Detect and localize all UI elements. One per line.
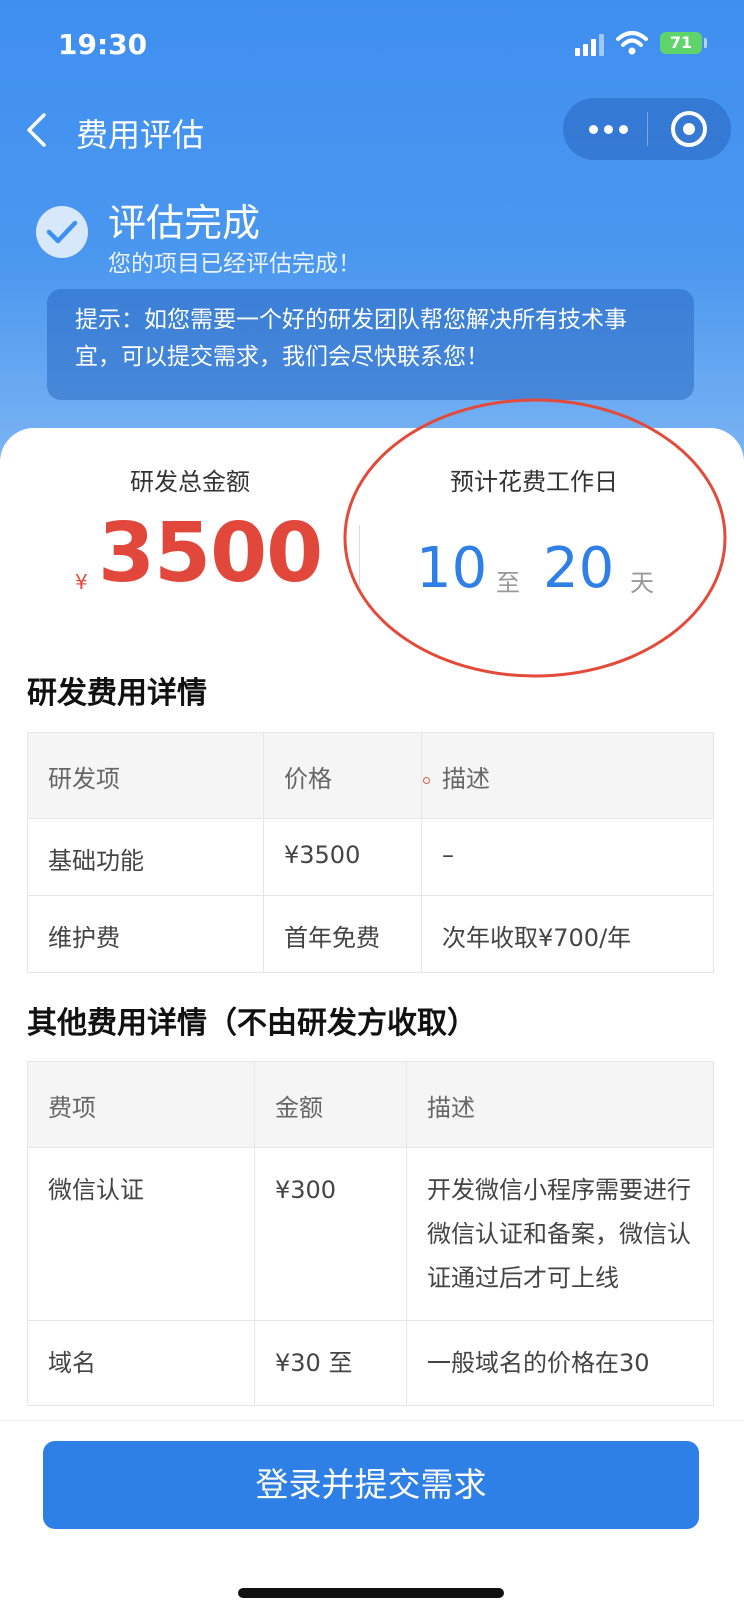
total-amount-label: 研发总金额 xyxy=(130,468,250,496)
annotation-dot xyxy=(423,777,430,784)
status-time: 19:30 xyxy=(58,28,148,61)
table-cell: 维护费 xyxy=(27,895,264,973)
other-fees-table: 费项 金额 描述 微信认证 ¥300 开发微信小程序需要进行微信认证和备案，微信… xyxy=(27,1061,714,1406)
table-header-row: 研发项 价格 描述 xyxy=(27,732,714,819)
table-cell: ¥3500 xyxy=(263,818,422,896)
table-header-cell: 金额 xyxy=(254,1061,407,1148)
table-header-cell: 描述 xyxy=(406,1061,714,1148)
check-icon xyxy=(36,206,88,258)
cellular-signal-icon xyxy=(575,32,607,56)
table-row: 维护费 首年免费 次年收取¥700/年 xyxy=(27,895,714,973)
wifi-icon xyxy=(616,31,648,55)
table-row: 域名 ¥30 至 一般域名的价格在30 xyxy=(27,1320,714,1406)
back-chevron-icon[interactable] xyxy=(24,112,50,148)
battery-level: 71 xyxy=(669,33,693,52)
table-header-row: 费项 金额 描述 xyxy=(27,1061,714,1148)
home-indicator xyxy=(238,1588,504,1598)
table-cell: – xyxy=(421,818,714,896)
table-cell: 微信认证 xyxy=(27,1147,255,1321)
table-cell: 域名 xyxy=(27,1320,255,1406)
battery-tip xyxy=(704,38,707,48)
mini-program-capsule xyxy=(563,98,731,160)
close-target-icon[interactable] xyxy=(671,111,707,147)
annotation-ellipse xyxy=(343,398,727,678)
currency-symbol: ¥ xyxy=(75,570,88,594)
table-cell: 一般域名的价格在30 xyxy=(406,1320,714,1406)
capsule-divider xyxy=(647,112,648,146)
login-submit-button[interactable]: 登录并提交需求 xyxy=(43,1441,699,1529)
table-cell: ¥30 至 xyxy=(254,1320,407,1406)
table-cell: ¥300 xyxy=(254,1147,407,1321)
dev-fees-table: 研发项 价格 描述 基础功能 ¥3500 – 维护费 首年免费 次年收取¥700… xyxy=(27,732,714,973)
table-cell: 开发微信小程序需要进行微信认证和备案，微信认证通过后才可上线 xyxy=(406,1147,714,1321)
tip-box: 提示：如您需要一个好的研发团队帮您解决所有技术事宜，可以提交需求，我们会尽快联系… xyxy=(47,289,694,400)
table-cell: 首年免费 xyxy=(263,895,422,973)
page-title: 费用评估 xyxy=(76,116,205,154)
battery-icon: 71 xyxy=(660,32,702,54)
table-header-cell: 价格 xyxy=(263,732,422,819)
dev-fees-title: 研发费用详情 xyxy=(27,676,207,711)
table-row: 微信认证 ¥300 开发微信小程序需要进行微信认证和备案，微信认证通过后才可上线 xyxy=(27,1147,714,1321)
table-header-cell: 研发项 xyxy=(27,732,264,819)
table-cell: 次年收取¥700/年 xyxy=(421,895,714,973)
table-row: 基础功能 ¥3500 – xyxy=(27,818,714,896)
assessment-subtitle: 您的项目已经评估完成！ xyxy=(108,251,361,277)
table-header-cell: 描述 xyxy=(421,732,714,819)
assessment-title: 评估完成 xyxy=(108,201,261,245)
other-fees-title: 其他费用详情（不由研发方收取） xyxy=(27,1006,477,1041)
table-header-cell: 费项 xyxy=(27,1061,255,1148)
total-amount-value: 3500 xyxy=(98,506,323,601)
more-options-icon[interactable] xyxy=(589,125,629,135)
table-cell: 基础功能 xyxy=(27,818,264,896)
